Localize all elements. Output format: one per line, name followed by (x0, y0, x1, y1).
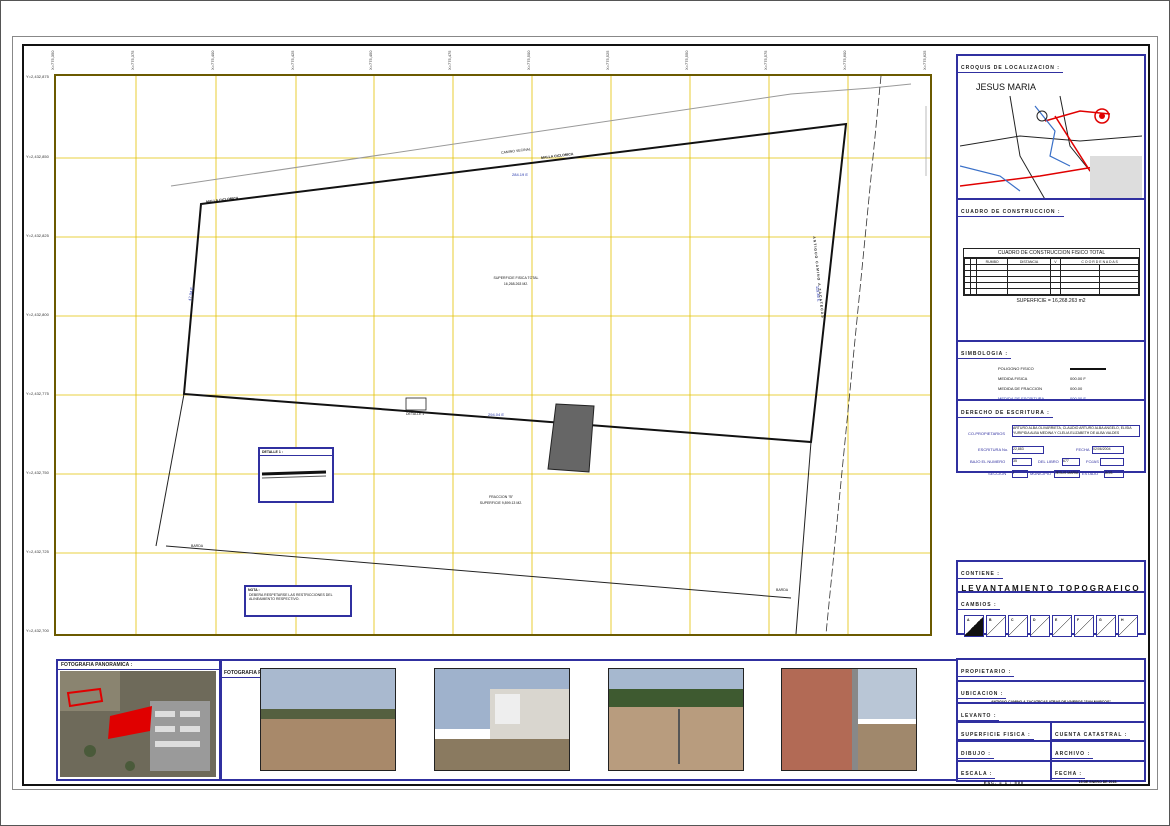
archivo-heading: ARCHIVO : (1052, 750, 1094, 759)
cambio-g: G (1096, 615, 1116, 637)
escala-heading: ESCALA : (958, 770, 996, 779)
escala-value: ESC. = 1 : 500 (983, 780, 1025, 785)
cambio-h: H (1118, 615, 1138, 637)
construccion-table: CUADRO DE CONSTRUCCION FISICO TOTAL RUMB… (963, 248, 1140, 296)
contiene-heading: CONTIENE : (958, 570, 1003, 579)
copropietarios-value: ARTURO ALBA OLIVARRIETA, CLAUDIO ARTURO … (1012, 425, 1140, 437)
cambio-e: E (1052, 615, 1072, 637)
ubicacion-box: UBICACION : ANTIGUO CAMINO A ZACATECAS A… (956, 680, 1146, 704)
simbologia-poligono-line (1070, 368, 1106, 370)
construccion-superficie: SUPERFICIE = 16,268.263 m2 (1016, 298, 1086, 304)
detalle-marker-label: DETALLE 1 (406, 412, 425, 416)
barda-label-1: BARDA (191, 544, 204, 548)
simbologia-poligono: POLIGONO FISICO (998, 366, 1034, 371)
contiene-box: CONTIENE : LEVANTAMIENTO TOPOGRAFICO (956, 560, 1146, 594)
estado-label: ESTADO (1082, 471, 1099, 476)
copropietarios-label: CO-PROPIETARIOS (968, 431, 1006, 436)
fojas-value (1100, 458, 1124, 466)
cambios-box: CAMBIOS : A B C D E F G H (956, 591, 1146, 637)
panoramic-photo-1 (260, 668, 396, 771)
propietario-box: PROPIETARIO : (956, 658, 1146, 682)
ubicacion-heading: UBICACION : (958, 690, 1007, 699)
seccion-value: I (1012, 470, 1028, 478)
nota-box: NOTA : DEBERA RESPETARSE LAS RESTRICCION… (244, 585, 352, 617)
superficie-total-value: 16,268.263 M2. (503, 282, 529, 286)
superficie-fisica-heading: SUPERFICIE FISICA : (958, 731, 1034, 740)
nota-text: DEBERA RESPETARSE LAS RESTRICCIONES DEL … (249, 593, 333, 601)
simbologia-medida-fraccion-value: 000.00 (1070, 386, 1083, 391)
construccion-table-grid: RUMBO DISTANCIA V C O O R D E N A D A S (964, 258, 1139, 295)
simbologia-box: SIMBOLOGIA : POLIGONO FISICO MEDIDA FISI… (956, 340, 1146, 402)
escritura-heading: DERECHO DE ESCRITURA : (958, 409, 1053, 418)
municipio-label: MUNICIPIO (1030, 471, 1052, 476)
aerial-photo (60, 671, 216, 777)
svg-text:294.04 E: 294.04 E (488, 412, 504, 417)
panoramic-photo-3 (608, 668, 744, 771)
fraccion-value: SUPERFICIE 9,899.13 M2. (479, 501, 523, 505)
construccion-table-title: CUADRO DE CONSTRUCCION FISICO TOTAL (964, 249, 1139, 258)
simbologia-heading: SIMBOLOGIA : (958, 350, 1012, 359)
location-map (960, 76, 1142, 208)
panoramic-photo-2 (434, 668, 570, 771)
panoramic-photo-4 (781, 668, 917, 771)
plan-drawing: 284.19 E 47.04 E 119.46 E 294.04 E (56, 76, 930, 634)
detalle-box-title: DETALLE 1 : (260, 449, 332, 456)
municipio-value: JESUS MARIA (1054, 470, 1080, 478)
dibujo-box: DIBUJO : CRISTIAN ALFONSO TORRES (956, 740, 1052, 764)
escala-box: ESCALA : ESC. = 1 : 500 (956, 760, 1052, 785)
simbologia-medida-fisica-value: 000.00 F (1070, 376, 1086, 381)
cambio-a: A (964, 615, 984, 637)
numero-value: 35 (1012, 458, 1032, 466)
cambio-b: B (986, 615, 1006, 637)
cambios-heading: CAMBIOS : (958, 601, 1000, 610)
cambio-f: F (1074, 615, 1094, 637)
localizacion-heading: CROQUIS DE LOCALIZACION : (958, 64, 1063, 73)
levanto-heading: LEVANTO : (958, 712, 1000, 721)
fecha-escritura-label: FECHA (1076, 447, 1090, 452)
detalle-box: DETALLE 1 : (258, 447, 334, 503)
detalle-sketch (261, 470, 327, 479)
fecha-value: 13 DE ENERO DE 2015. (1078, 780, 1118, 784)
cuenta-catastral-heading: CUENTA CATASTRAL : (1052, 731, 1131, 740)
simbologia-medida-fisica: MEDIDA FISICA (998, 376, 1028, 381)
numero-label: BAJO EL NUMERO (970, 459, 1006, 464)
simbologia-medida-fraccion: MEDIDA DE FRACCION (998, 386, 1043, 391)
svg-text:284.19 E: 284.19 E (512, 172, 528, 177)
libro-value: 677 (1062, 458, 1080, 466)
grid-x-labels-top: X=775,350 X=775,375 X=775,400 X=775,425 … (50, 50, 927, 70)
localizacion-box: CROQUIS DE LOCALIZACION : JESUS MARIA (956, 54, 1146, 208)
construccion-heading: CUADRO DE CONSTRUCCION : (958, 208, 1064, 217)
seccion-label: SECCION (988, 471, 1007, 476)
cambio-c: C (1008, 615, 1028, 637)
fojas-label: FOJAS (1086, 459, 1099, 464)
propietario-heading: PROPIETARIO : (958, 668, 1015, 677)
fraccion-title: FRACCION "B" (488, 495, 514, 499)
escritura-no-value: 22,883 (1012, 446, 1044, 454)
cambio-d: D (1030, 615, 1050, 637)
fecha-escritura-value: 02/06/2004 (1092, 446, 1124, 454)
construccion-box: CUADRO DE CONSTRUCCION : CUADRO DE CONST… (956, 198, 1146, 343)
dibujo-heading: DIBUJO : (958, 750, 994, 759)
aerial-photo-panel: FOTOGRAFIA PANORAMICA : (56, 659, 222, 781)
estado-value: AGS. (1104, 470, 1124, 478)
fecha-box: FECHA : 13 DE ENERO DE 2015. (1050, 760, 1146, 784)
escritura-box: DERECHO DE ESCRITURA : CO-PROPIETARIOS A… (956, 399, 1146, 478)
escritura-fields: CO-PROPIETARIOS ARTURO ALBA OLIVARRIETA,… (958, 419, 1144, 479)
location-map-town: JESUS MARIA (976, 82, 1037, 92)
escritura-no-label: ESCRITURA No. (978, 447, 1009, 452)
archivo-box: ARCHIVO : SENSER/2007-005-F (1050, 740, 1146, 764)
aerial-photo-heading: FOTOGRAFIA PANORAMICA : (58, 661, 220, 670)
cambios-list: A B C D E F G H (958, 611, 1144, 641)
fecha-heading: FECHA : (1052, 770, 1086, 779)
superficie-total-title: SUPERFICIE FISICA TOTAL (493, 276, 539, 280)
topographic-plan: 284.19 E 47.04 E 119.46 E 294.04 E CAMIN… (54, 74, 932, 636)
grid-y-labels-left: Y=2,432,875 Y=2,432,850 Y=2,432,825 Y=2,… (26, 74, 49, 633)
barda-label-2: BARDA (776, 588, 789, 592)
libro-label: DEL LIBRO (1038, 459, 1059, 464)
